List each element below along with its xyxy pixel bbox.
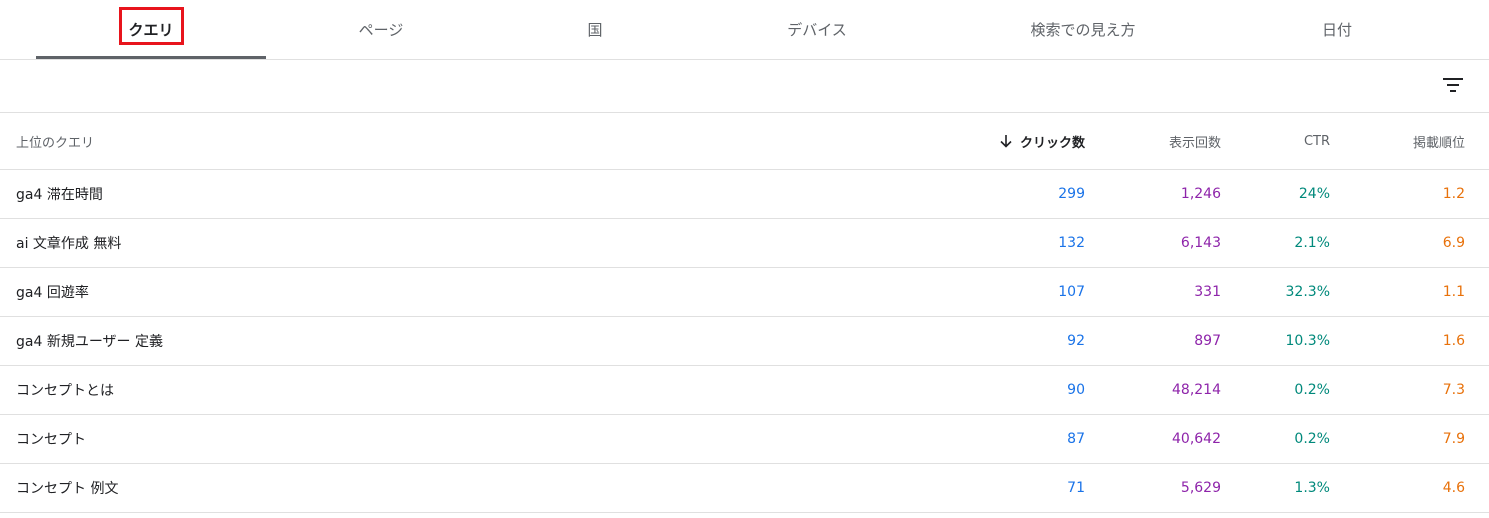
table-header-row: 上位のクエリ クリック数 表示回数 CTR 掲載順位 [0, 113, 1489, 170]
active-tab-indicator [36, 56, 266, 59]
filter-button[interactable] [1438, 70, 1468, 100]
queries-table: 上位のクエリ クリック数 表示回数 CTR 掲載順位 ga4 滞在時間 299 … [0, 113, 1489, 513]
filter-list-icon [1443, 78, 1463, 92]
query-cell: コンセプトとは [16, 383, 114, 399]
impressions-cell: 5,629 [1180, 480, 1221, 496]
impressions-cell: 48,214 [1172, 382, 1221, 398]
position-cell: 4.6 [1442, 480, 1465, 496]
position-cell: 1.2 [1442, 186, 1465, 202]
clicks-cell: 71 [1067, 480, 1085, 496]
table-row[interactable]: コンセプト 87 40,642 0.2% 7.9 [0, 415, 1489, 464]
tab-label: 検索での見え方 [1030, 21, 1136, 39]
ctr-cell: 10.3% [1285, 333, 1330, 349]
table-row[interactable]: ga4 新規ユーザー 定義 92 897 10.3% 1.6 [0, 317, 1489, 366]
impressions-cell: 897 [1194, 333, 1221, 349]
tab-search-appearance[interactable]: 検索での見え方 [968, 0, 1198, 59]
header-position[interactable]: 掲載順位 [1413, 113, 1465, 169]
position-cell: 6.9 [1442, 235, 1465, 251]
ctr-cell: 0.2% [1294, 431, 1330, 447]
position-cell: 1.1 [1442, 284, 1465, 300]
tab-label: デバイス [787, 21, 847, 39]
tab-label: 国 [587, 21, 603, 39]
tab-bar: クエリ ページ 国 デバイス 検索での見え方 日付 [0, 0, 1489, 60]
clicks-cell: 132 [1058, 235, 1085, 251]
tab-label: 日付 [1321, 21, 1352, 39]
arrow-down-icon [1000, 134, 1012, 148]
clicks-cell: 90 [1067, 382, 1085, 398]
header-impressions[interactable]: 表示回数 [1169, 113, 1221, 169]
clicks-cell: 92 [1067, 333, 1085, 349]
tab-countries[interactable]: 国 [480, 0, 710, 59]
header-query: 上位のクエリ [16, 135, 95, 151]
table-toolbar [0, 60, 1489, 113]
ctr-cell: 2.1% [1294, 235, 1330, 251]
header-clicks-label: クリック数 [1019, 135, 1085, 151]
query-cell: ga4 滞在時間 [16, 187, 103, 203]
table-row[interactable]: ga4 滞在時間 299 1,246 24% 1.2 [0, 170, 1489, 219]
query-cell: コンセプト [16, 432, 86, 448]
query-cell: コンセプト 例文 [16, 481, 119, 497]
position-cell: 7.3 [1442, 382, 1465, 398]
position-cell: 7.9 [1442, 431, 1465, 447]
clicks-cell: 299 [1058, 186, 1085, 202]
table-row[interactable]: コンセプトとは 90 48,214 0.2% 7.3 [0, 366, 1489, 415]
query-cell: ga4 回遊率 [16, 285, 89, 301]
query-cell: ga4 新規ユーザー 定義 [16, 334, 163, 350]
impressions-cell: 6,143 [1180, 235, 1221, 251]
table-row[interactable]: ai 文章作成 無料 132 6,143 2.1% 6.9 [0, 219, 1489, 268]
table-row[interactable]: ga4 回遊率 107 331 32.3% 1.1 [0, 268, 1489, 317]
position-cell: 1.6 [1442, 333, 1465, 349]
clicks-cell: 87 [1067, 431, 1085, 447]
ctr-cell: 1.3% [1294, 480, 1330, 496]
header-clicks[interactable]: クリック数 [1000, 113, 1085, 169]
impressions-cell: 40,642 [1172, 431, 1221, 447]
annotation-highlight-box [119, 7, 184, 45]
ctr-cell: 32.3% [1285, 284, 1330, 300]
impressions-cell: 331 [1194, 284, 1221, 300]
tab-label: ページ [358, 21, 404, 39]
tab-pages[interactable]: ページ [266, 0, 496, 59]
impressions-cell: 1,246 [1180, 186, 1221, 202]
tab-dates[interactable]: 日付 [1222, 0, 1452, 59]
tab-devices[interactable]: デバイス [702, 0, 932, 59]
ctr-cell: 0.2% [1294, 382, 1330, 398]
table-row[interactable]: コンセプト 例文 71 5,629 1.3% 4.6 [0, 464, 1489, 513]
header-ctr[interactable]: CTR [1304, 113, 1330, 169]
ctr-cell: 24% [1298, 186, 1330, 202]
query-cell: ai 文章作成 無料 [16, 236, 122, 252]
clicks-cell: 107 [1058, 284, 1085, 300]
